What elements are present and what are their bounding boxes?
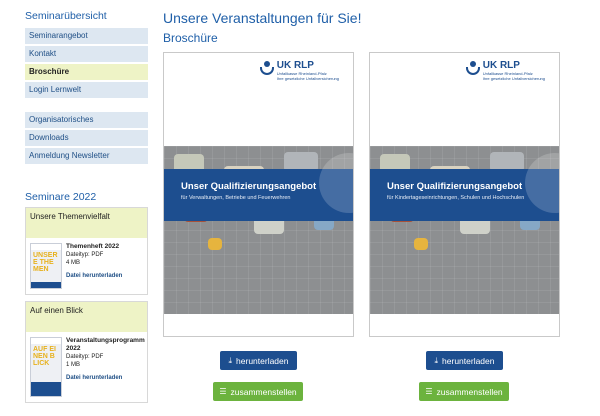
file-name: Veranstaltungsprogramm 2022	[66, 337, 145, 352]
sidebar-item-seminarangebot[interactable]: Seminarangebot	[25, 28, 148, 44]
sidebar-item-login-lernwelt[interactable]: Login Lernwelt	[25, 82, 148, 98]
cover-subtitle: für Verwaltungen, Betriebe und Feuerwehr…	[181, 195, 291, 201]
download-icon: ⤓	[228, 355, 233, 365]
file-download-link[interactable]: Datei herunterladen	[66, 374, 145, 382]
download-card: Auf einen Blick AUF EINEN BLICK Veransta…	[25, 301, 148, 403]
thumbnail-text: UNSERE THEMEN	[33, 252, 58, 273]
sidebar-title: Seminarübersicht	[25, 10, 107, 22]
sidebar-item-downloads[interactable]: Downloads	[25, 130, 148, 146]
brochure-cover[interactable]: UK RLP Unfallkasse Rheinland-Pfalz Ihre …	[163, 52, 354, 337]
seminars-title: Seminare 2022	[25, 191, 97, 203]
uk-rlp-logo: UK RLP Unfallkasse Rheinland-Pfalz Ihre …	[259, 61, 339, 81]
card-header: Unsere Themenvielfalt	[26, 208, 147, 238]
sidebar-item-broschuere[interactable]: Broschüre	[25, 64, 148, 80]
download-icon: ⤓	[434, 355, 439, 365]
uk-rlp-logo: UK RLP Unfallkasse Rheinland-Pfalz Ihre …	[465, 61, 545, 81]
download-button[interactable]: ⤓ herunterladen	[426, 351, 503, 370]
file-type: Dateityp: PDF	[66, 354, 104, 360]
sidebar-item-kontakt[interactable]: Kontakt	[25, 46, 148, 62]
download-card: Unsere Themenvielfalt UNSERE THEMEN Them…	[25, 207, 148, 295]
logo-icon	[259, 61, 274, 75]
sidebar-nav-primary: Seminarangebot Kontakt Broschüre Login L…	[25, 28, 148, 98]
brochure-cover[interactable]: UK RLP Unfallkasse Rheinland-Pfalz Ihre …	[369, 52, 560, 337]
list-icon: ☰	[219, 387, 227, 396]
file-name: Themenheft 2022	[66, 243, 120, 250]
sidebar-item-organisatorisches[interactable]: Organisatorisches	[25, 112, 148, 128]
file-download-link[interactable]: Datei herunterladen	[66, 272, 122, 280]
add-to-selection-button[interactable]: ☰ zusammenstellen	[213, 382, 303, 401]
file-size: 4 MB	[66, 260, 81, 266]
page-subtitle: Broschüre	[163, 31, 218, 45]
file-size: 1 MB	[66, 362, 81, 368]
page-title: Unsere Veranstaltungen für Sie!	[163, 10, 362, 26]
add-to-selection-button[interactable]: ☰ zusammenstellen	[419, 382, 509, 401]
download-button[interactable]: ⤓ herunterladen	[220, 351, 297, 370]
brochure-thumbnail[interactable]: UNSERE THEMEN	[30, 243, 62, 289]
cover-subtitle: für Kindertageseinrichtungen, Schulen un…	[387, 195, 525, 201]
list-icon: ☰	[425, 387, 433, 396]
main-content: Unsere Veranstaltungen für Sie! Broschür…	[163, 10, 583, 45]
cover-title: Unser Qualifizierungsangebot	[387, 181, 523, 192]
sidebar: Seminarübersicht Seminarangebot Kontakt …	[25, 10, 148, 403]
sidebar-item-newsletter[interactable]: Anmeldung Newsletter	[25, 148, 148, 164]
cover-title: Unser Qualifizierungsangebot	[181, 181, 317, 192]
brochure-thumbnail[interactable]: AUF EINEN BLICK	[30, 337, 62, 397]
sidebar-nav-secondary: Organisatorisches Downloads Anmeldung Ne…	[25, 112, 148, 164]
card-header: Auf einen Blick	[26, 302, 147, 332]
logo-icon	[465, 61, 480, 75]
file-type: Dateityp: PDF	[66, 252, 104, 258]
